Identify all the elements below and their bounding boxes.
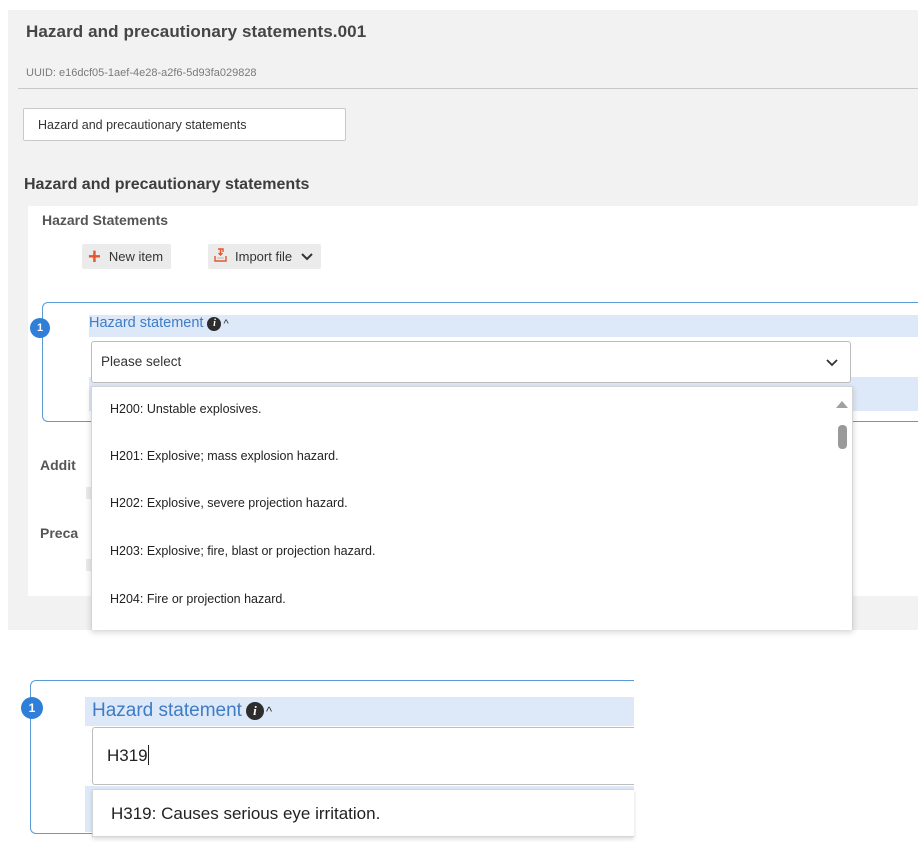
search-input-value: H319 xyxy=(107,746,148,765)
chevron-down-icon[interactable] xyxy=(826,342,838,382)
hazard-statement-label-text: Hazard statement xyxy=(89,315,204,331)
precautionary-label-truncated: Preca xyxy=(40,525,79,541)
scroll-up-arrow[interactable] xyxy=(836,401,848,408)
hazard-statement-label-text: Hazard statement xyxy=(92,700,242,721)
section-nav-button[interactable]: Hazard and precautionary statements xyxy=(23,108,346,141)
caret-up-icon[interactable]: ^ xyxy=(266,704,272,719)
chevron-down-icon[interactable] xyxy=(301,250,313,264)
text-cursor xyxy=(147,745,149,765)
scrollbar-thumb[interactable] xyxy=(838,425,847,449)
import-file-button[interactable]: Import file xyxy=(208,244,322,269)
new-item-label: New item xyxy=(108,249,164,264)
autocomplete-suggestion[interactable]: H319: Causes serious eye irritation. xyxy=(92,789,634,837)
divider xyxy=(18,88,918,89)
item-number-badge: 1 xyxy=(21,697,43,719)
hazard-statements-title: Hazard Statements xyxy=(42,212,169,228)
info-icon[interactable]: i xyxy=(245,702,264,720)
dropdown-option[interactable]: H200: Unstable explosives. xyxy=(110,402,261,416)
import-file-icon xyxy=(214,248,227,265)
plus-icon: + xyxy=(88,243,101,269)
dropdown-option[interactable]: H202: Explosive, severe projection hazar… xyxy=(110,496,348,510)
hazard-statement-select[interactable]: Please select xyxy=(91,341,851,383)
hazard-statement-search-input[interactable]: H319 xyxy=(92,727,634,785)
dropdown-option[interactable]: H203: Explosive; fire, blast or projecti… xyxy=(110,544,375,558)
import-file-label: Import file xyxy=(235,249,293,264)
info-icon[interactable]: i xyxy=(207,317,222,331)
dropdown-option[interactable]: H201: Explosive; mass explosion hazard. xyxy=(110,449,339,463)
uuid-text: UUID: e16dcf05-1aef-4e28-a2f6-5d93fa0298… xyxy=(26,67,257,79)
hazard-statement-label: Hazard statement i ^ xyxy=(89,315,229,331)
new-item-button[interactable]: + New item xyxy=(82,243,172,269)
additional-label-truncated: Addit xyxy=(40,457,76,473)
dropdown-list: H200: Unstable explosives. H201: Explosi… xyxy=(91,386,853,630)
page-title: Hazard and precautionary statements.001 xyxy=(26,22,367,41)
dropdown-option[interactable]: H204: Fire or projection hazard. xyxy=(110,592,286,606)
item-number-badge: 1 xyxy=(30,318,50,338)
caret-up-icon[interactable]: ^ xyxy=(223,318,228,330)
section-title: Hazard and precautionary statements xyxy=(24,176,310,193)
hazard-statement-label: Hazard statement i ^ xyxy=(92,700,272,722)
select-value: Please select xyxy=(101,354,182,369)
